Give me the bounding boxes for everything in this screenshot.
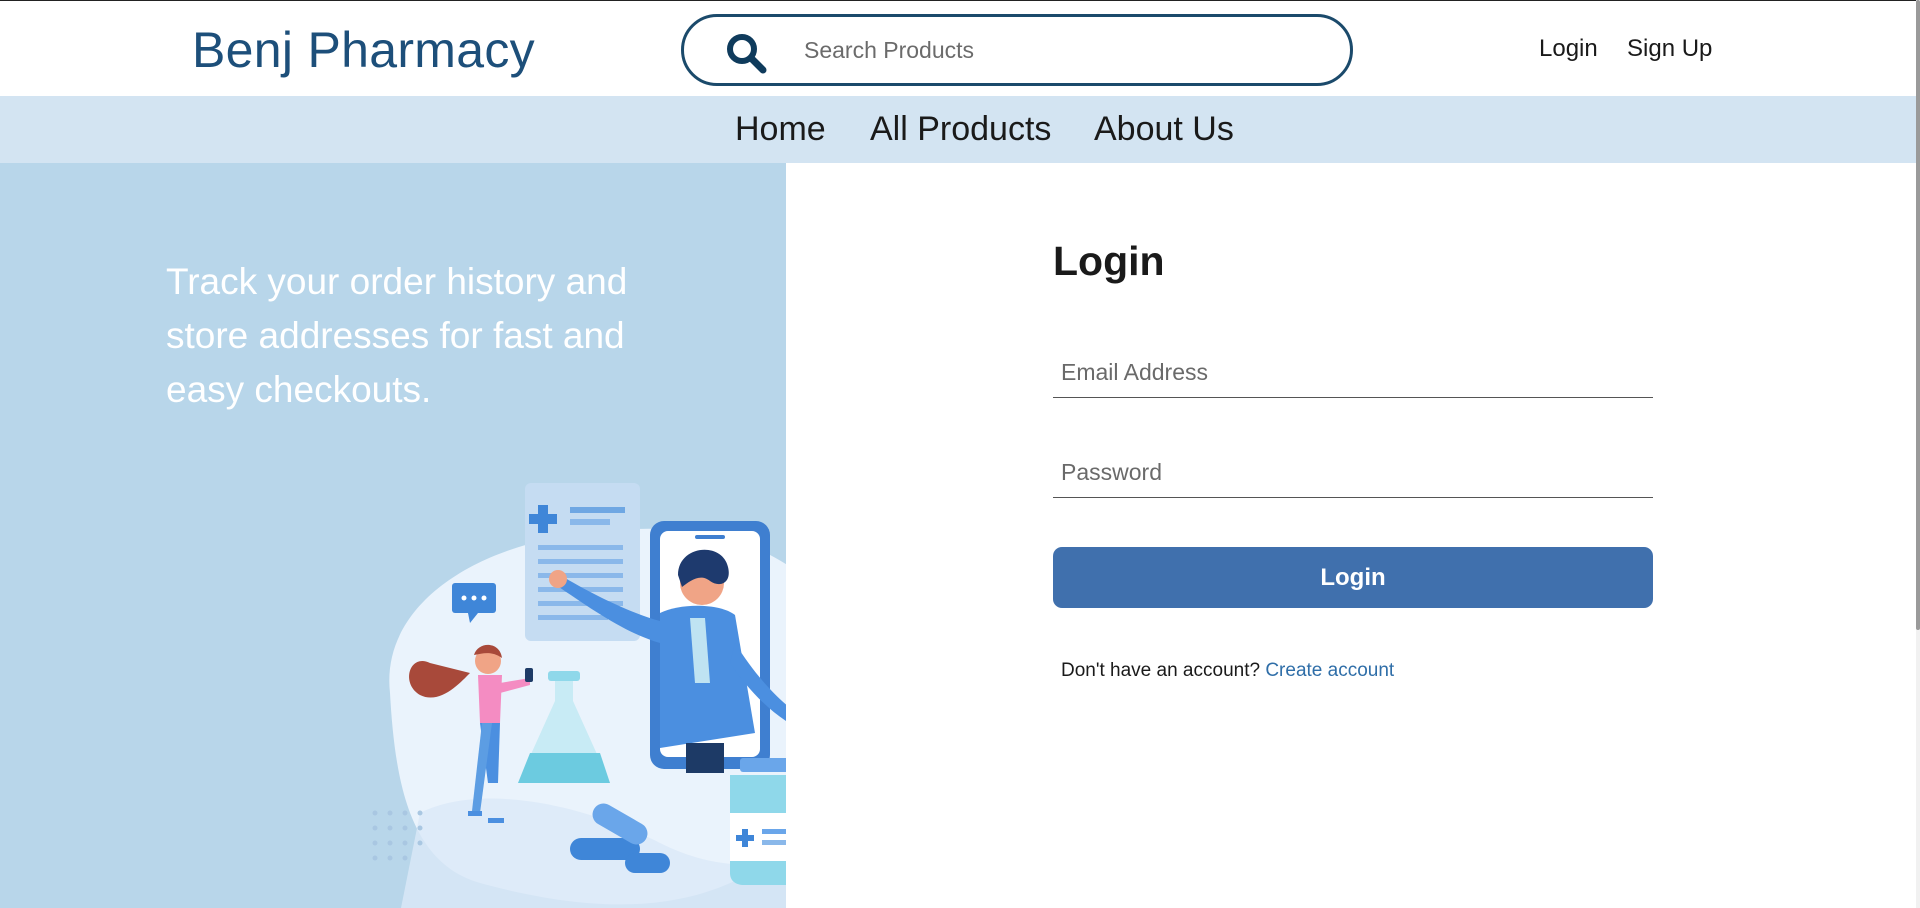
promo-text: Track your order history and store addre… xyxy=(166,261,628,410)
no-account-text: Don't have an account? xyxy=(1061,660,1266,681)
email-field[interactable] xyxy=(1053,348,1653,398)
login-title: Login xyxy=(1053,238,1165,284)
search-icon[interactable] xyxy=(724,31,768,75)
main-nav: Home All Products About Us xyxy=(0,96,1916,163)
create-account-link[interactable]: Create account xyxy=(1265,660,1394,681)
password-field[interactable] xyxy=(1053,448,1653,498)
site-header: Benj Pharmacy Login Sign Up xyxy=(0,0,1916,96)
login-submit-button[interactable]: Login xyxy=(1053,547,1653,608)
promo-panel: Track your order history and store addre… xyxy=(0,163,786,908)
brand-logo[interactable]: Benj Pharmacy xyxy=(192,21,535,79)
pharmacy-illustration xyxy=(372,483,786,908)
page-scrollbar[interactable] xyxy=(1916,0,1920,908)
nav-home[interactable]: Home xyxy=(735,110,826,149)
search-input[interactable] xyxy=(804,32,1324,68)
search-bar[interactable] xyxy=(681,14,1353,86)
nav-about-us[interactable]: About Us xyxy=(1094,110,1234,149)
header-login-link[interactable]: Login xyxy=(1539,35,1598,63)
nav-all-products[interactable]: All Products xyxy=(870,110,1051,149)
scrollbar-thumb[interactable] xyxy=(1916,0,1920,630)
create-account-row: Don't have an account? Create account xyxy=(1061,660,1394,682)
header-signup-link[interactable]: Sign Up xyxy=(1627,35,1712,63)
